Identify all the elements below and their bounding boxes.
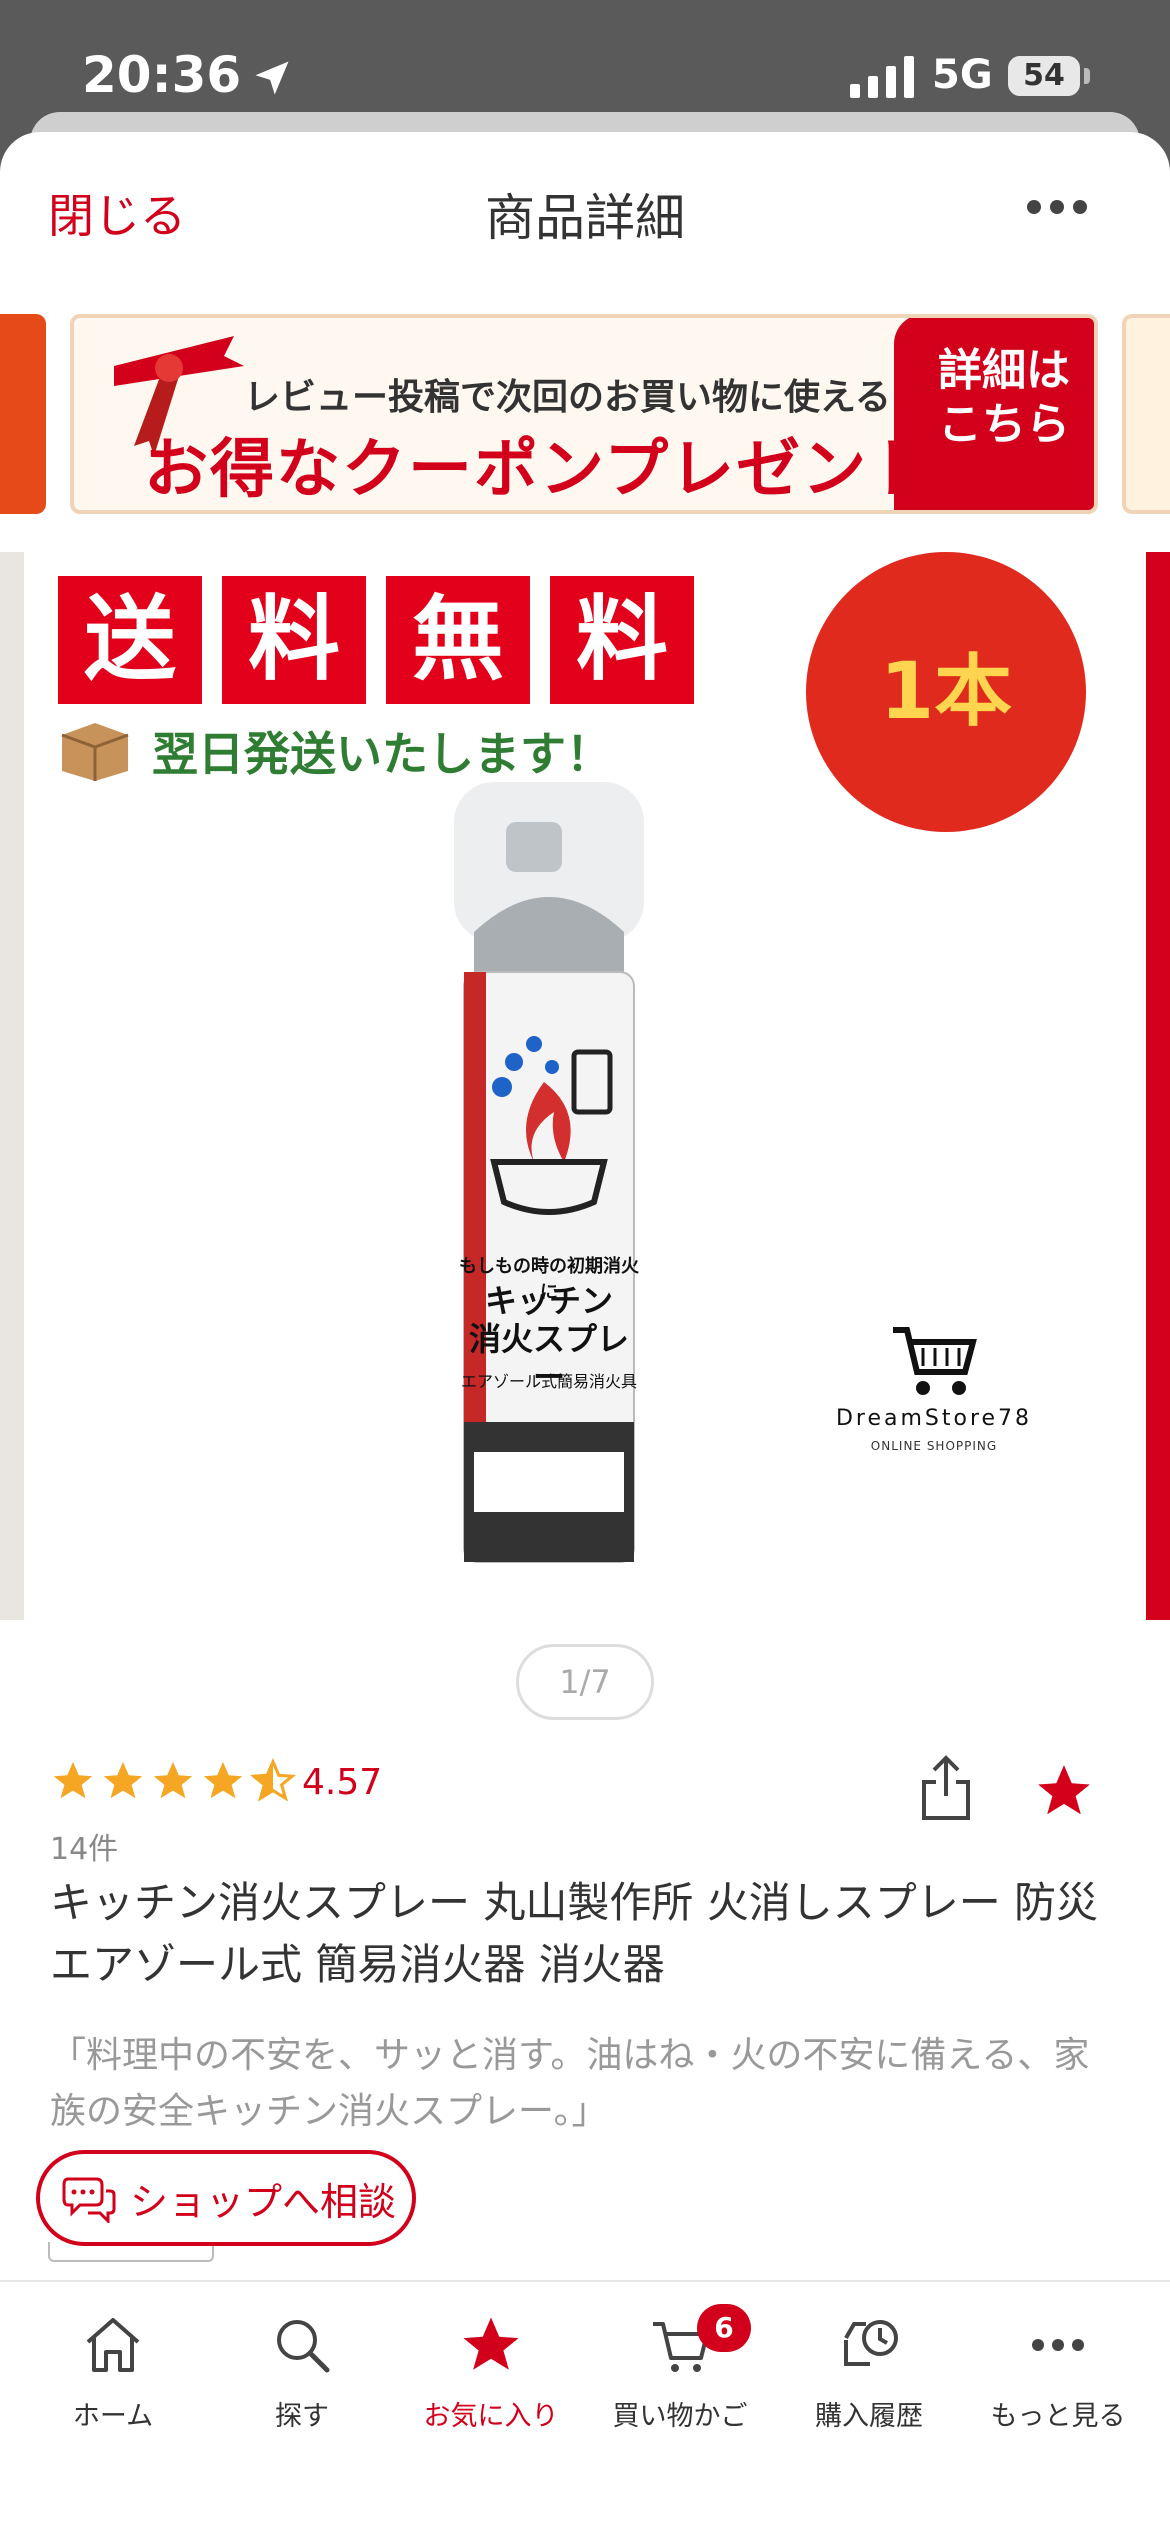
banner-details-label: 詳細はこちら [938,345,1070,450]
next-day-shipping: 翌日発送いたします！ [58,718,612,784]
free-shipping-char: 料 [222,576,366,704]
free-shipping-badge: 送 料 無 料 [58,576,694,704]
more-icon [1032,2339,1084,2351]
tab-more[interactable]: もっと見る [963,2312,1153,2433]
rating-stars [50,1758,296,1804]
image-pager: 1/7 [516,1644,654,1720]
star-full-icon [153,1761,193,1799]
share-icon[interactable] [918,1754,974,1822]
page-title: 商品詳細 [485,189,685,247]
battery-icon: 54 [1008,56,1080,96]
cart-count-badge: 6 [697,2304,751,2352]
banner-text-line2: お得なクーポンプレゼント!! [144,433,997,507]
star-icon [463,2317,519,2370]
chat-bubbles-icon [62,2177,116,2223]
search-icon [277,2320,330,2373]
star-full-icon [53,1761,93,1799]
banner-details-button[interactable]: 詳細はこちら [894,318,1094,510]
image-next-peek[interactable] [1146,552,1170,1620]
tab-home[interactable]: ホーム [18,2312,208,2433]
shopping-cart-logo-icon [893,1327,977,1395]
free-shipping-char: 料 [550,576,694,704]
tab-search-label: 探す [275,2401,329,2432]
rating-value: 4.57 [302,1762,383,1803]
tab-history[interactable]: 購入履歴 [774,2312,964,2433]
tab-home-label: ホーム [72,2401,154,2432]
tab-cart[interactable]: 6 買い物かご [585,2304,775,2433]
review-count-link[interactable]: 14件 [50,1824,118,1868]
status-time: 20:36 [82,46,242,104]
store-subtitle: ONLINE SHOPPING [870,1439,998,1453]
home-icon [86,2318,140,2372]
shop-inquiry-button[interactable]: ショップへ相談 [36,2150,416,2246]
tab-favorites-label: お気に入り [423,2401,559,2432]
free-shipping-char: 送 [58,576,202,704]
tab-more-label: もっと見る [990,2401,1126,2432]
nav-bar: 閉じる 商品詳細 [0,132,1170,282]
tab-cart-label: 買い物かご [612,2401,748,2432]
store-logo: DreamStore78 ONLINE SHOPPING [834,1322,1034,1453]
image-prev-peek[interactable] [0,552,24,1620]
banner-next-peek[interactable] [1122,314,1170,514]
product-image[interactable]: 送 料 無 料 翌日発送いたします！ 1本 もしもの時の初期消火に キッチン 消… [44,552,1124,1620]
package-box-icon [61,723,129,781]
tab-search[interactable]: 探す [207,2312,397,2433]
product-detail-sheet: 閉じる 商品詳細 レビュー投稿で次回のお買い物に使える お得なクーポンプレゼント… [0,132,1170,2532]
next-day-text: 翌日発送いたします！ [152,727,612,781]
signal-icon [850,56,914,98]
star-full-icon [203,1761,243,1799]
bottom-tab-bar: ホーム 探す お気に入り 6 買い物かご 購入履歴 もっと見る [0,2280,1170,2532]
quantity-badge: 1本 [806,552,1086,832]
network-type: 5G [932,52,993,98]
history-icon [844,2320,898,2366]
tab-history-label: 購入履歴 [815,2401,923,2432]
product-title: キッチン消火スプレー 丸山製作所 火消しスプレー 防災 エアゾール式 簡易消火器… [50,1878,1099,1989]
battery-tip [1084,68,1090,84]
favorite-star-icon[interactable] [1032,1760,1096,1822]
banner-text-line1: レビュー投稿で次回のお買い物に使える [244,377,891,418]
coupon-banner[interactable]: レビュー投稿で次回のお買い物に使える お得なクーポンプレゼント!! 詳細はこちら [70,314,1098,514]
more-options-icon[interactable] [1022,182,1092,232]
free-shipping-char: 無 [386,576,530,704]
shop-inquiry-label: ショップへ相談 [130,2179,397,2224]
location-arrow-icon [255,61,289,95]
spray-can-illustration [454,782,644,1563]
tab-favorites[interactable]: お気に入り [396,2312,586,2433]
can-label-sub: エアゾール式簡易消火具 [460,1372,637,1391]
star-full-icon [103,1761,143,1799]
store-name: DreamStore78 [835,1406,1033,1431]
star-half-icon [250,1758,296,1802]
banner-prev-peek[interactable] [0,314,46,514]
can-label-main-line1: キッチン [484,1282,613,1320]
product-catchcopy: 「料理中の不安を、サッと消す。油はね・火の不安に備える、家族の安全キッチン消火ス… [50,2035,1090,2132]
